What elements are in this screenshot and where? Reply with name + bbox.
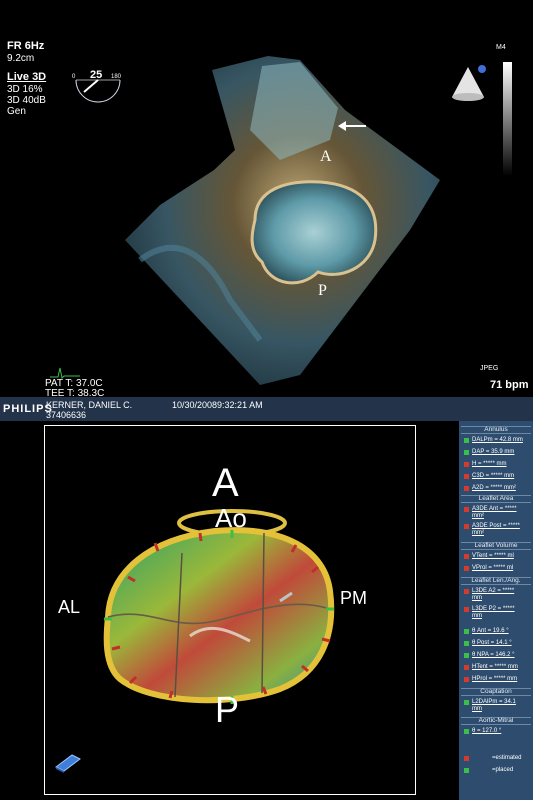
meas-text: θ = 127.0 °	[472, 728, 502, 734]
section-coaptation: Coaptation	[480, 688, 512, 695]
meas-dap[interactable]: DAP = 35.9 mm	[464, 449, 532, 457]
status-swatch	[464, 462, 469, 467]
status-swatch	[464, 729, 469, 734]
legend-text: =estimated	[492, 755, 522, 761]
meas-l3de-p2[interactable]: L3DE P2 = ***** mm	[464, 606, 532, 620]
status-swatch	[464, 589, 469, 594]
meas-text: L3DE P2 = *****	[472, 606, 515, 612]
meas-vtent[interactable]: VTent = ***** ml	[464, 553, 532, 561]
model-label-aorta: Ao	[215, 503, 247, 533]
meas-text: C3D = ***** mm	[472, 473, 515, 479]
echo-label-anterior: A	[320, 148, 332, 165]
image-format: JPEG	[480, 365, 499, 372]
status-swatch	[464, 756, 469, 761]
meas-a2d[interactable]: A2D = ***** mm²	[464, 485, 532, 493]
section-annulus: Annulus	[484, 426, 508, 433]
meas-c3d[interactable]: C3D = ***** mm	[464, 473, 532, 481]
meas-unit: mm	[472, 595, 482, 601]
section-aortic-mitral: Aortic-Mitral	[478, 717, 514, 724]
probe-label: M4	[496, 44, 506, 51]
legend-placed: =placed	[464, 767, 532, 775]
meas-text: L2DAlPm = 34.1	[472, 699, 516, 705]
measurement-panel: Annulus DALPm = 42.8 mm DAP = 35.9 mm H …	[459, 421, 533, 800]
status-swatch	[464, 507, 469, 512]
meas-text: θ Ant = 19.6 °	[472, 628, 509, 634]
meas-htent[interactable]: HTent = ***** mm	[464, 664, 532, 672]
meas-a3de-ant[interactable]: A3DE Ant = ***** mm²	[464, 506, 532, 520]
status-swatch	[464, 768, 469, 773]
exam-datetime: 10/30/20089:32:21 AM	[172, 400, 263, 410]
status-swatch	[464, 677, 469, 682]
meas-theta-npa[interactable]: θ NPA = 146.2 °	[464, 652, 532, 660]
meas-text: A3DE Post = *****	[472, 523, 520, 529]
section-leaflet-volume: Leaflet Volume	[474, 542, 518, 549]
meas-text: L3DE A2 = *****	[472, 588, 515, 594]
meas-theta-post[interactable]: θ Post = 14.1 °	[464, 640, 532, 648]
meas-text: HTent = ***** mm	[472, 664, 518, 670]
section-leaflet-length-angle: Leaflet Len./Ang.	[471, 577, 521, 584]
patient-id: 37406636	[46, 410, 87, 420]
echo-label-posterior: P	[318, 282, 327, 299]
model-label-posterior: P	[215, 689, 240, 730]
status-swatch	[464, 450, 469, 455]
meas-text: DALPm = 42.8 mm	[472, 437, 523, 443]
legend-text: =placed	[492, 767, 514, 773]
meas-a3de-post[interactable]: A3DE Post = ***** mm²	[464, 523, 532, 537]
meas-text: θ Post = 14.1 °	[472, 640, 512, 646]
meas-dalpm[interactable]: DALPm = 42.8 mm	[464, 437, 532, 445]
meas-text: θ NPA = 146.2 °	[472, 652, 515, 658]
meas-unit: mm²	[472, 530, 484, 536]
status-swatch	[464, 629, 469, 634]
status-swatch	[464, 700, 469, 705]
model-label-pm: PM	[340, 588, 367, 608]
echo-volume-render	[125, 56, 440, 385]
meas-unit: mm²	[472, 513, 484, 519]
meas-l2dalpm[interactable]: L2DAlPm = 34.1 mm	[464, 699, 532, 713]
legend-estimated: =estimated	[464, 755, 532, 763]
status-swatch	[464, 641, 469, 646]
meas-unit: mm	[472, 706, 482, 712]
meas-vprol[interactable]: VProl = ***** ml	[464, 565, 532, 573]
meas-theta-ao[interactable]: θ = 127.0 °	[464, 728, 532, 736]
meas-l3de-a2[interactable]: L3DE A2 = ***** mm	[464, 588, 532, 602]
patient-name: KERNER, DANIEL C.	[46, 400, 133, 410]
meas-text: A2D = ***** mm²	[472, 485, 516, 491]
status-swatch	[464, 566, 469, 571]
meas-unit: mm	[472, 613, 482, 619]
heart-rate: 71 bpm	[490, 379, 529, 391]
probe-orientation-icon	[448, 63, 490, 105]
status-swatch	[464, 438, 469, 443]
meas-text: VTent = ***** ml	[472, 553, 514, 559]
meas-theta-ant[interactable]: θ Ant = 19.6 °	[464, 628, 532, 636]
grayscale-bar	[503, 62, 512, 176]
status-swatch	[464, 474, 469, 479]
meas-text: H = ***** mm	[472, 461, 507, 467]
meas-text: HProl = ***** mm	[472, 676, 518, 682]
meas-text: VProl = ***** ml	[472, 565, 514, 571]
status-swatch	[464, 524, 469, 529]
echo-3d-view: FR 6Hz 9.2cm Live 3D 3D 16% 3D 40dB Gen …	[0, 0, 533, 399]
status-swatch	[464, 653, 469, 658]
patient-info-bar: PHILIPS KERNER, DANIEL C. 37406636 10/30…	[0, 397, 533, 421]
status-swatch	[464, 665, 469, 670]
status-swatch	[464, 607, 469, 612]
model-label-anterior: A	[212, 461, 239, 505]
meas-h[interactable]: H = ***** mm	[464, 461, 532, 469]
status-swatch	[464, 554, 469, 559]
mitral-valve-model-panel: A Ao AL PM P	[0, 421, 459, 800]
section-leaflet-area: Leaflet Area	[478, 495, 514, 502]
status-swatch	[464, 486, 469, 491]
meas-hprol[interactable]: HProl = ***** mm	[464, 676, 532, 684]
model-label-al: AL	[58, 597, 81, 617]
meas-text: DAP = 35.9 mm	[472, 449, 515, 455]
orientation-cube-icon[interactable]	[52, 751, 82, 773]
meas-text: A3DE Ant = *****	[472, 506, 517, 512]
